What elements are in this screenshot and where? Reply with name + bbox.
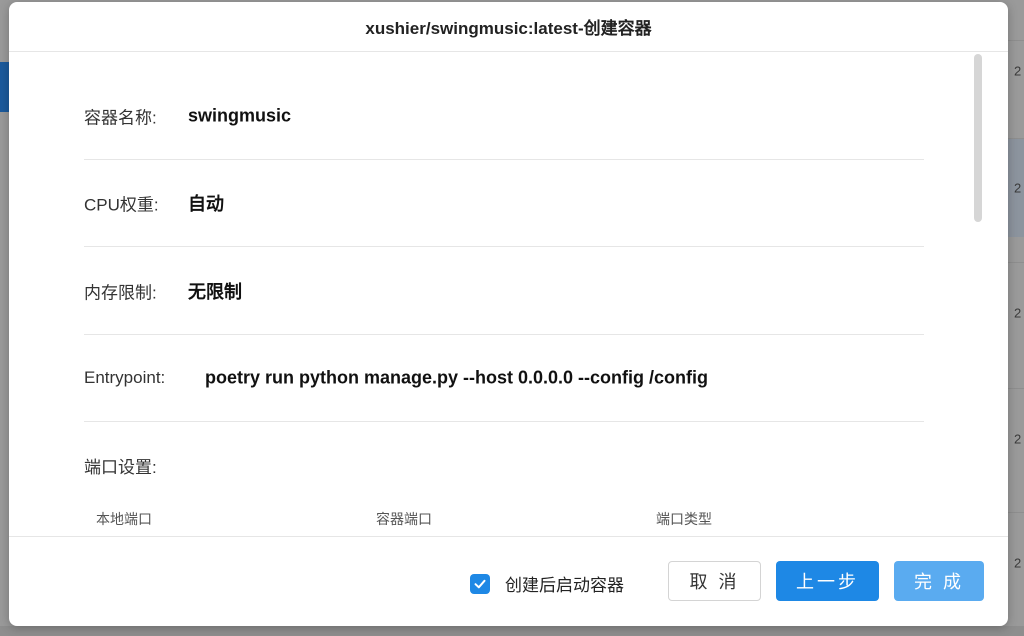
memory-limit-value: 无限制 [188,281,242,302]
background-row: 2 [1008,262,1024,363]
scrollbar-thumb[interactable] [974,54,982,222]
port-column-container: 容器端口 [376,511,432,527]
background-row-digit: 2 [1014,555,1022,571]
body-scrollbar[interactable] [971,52,985,536]
background-row: 2 [1008,388,1024,489]
dialog-header: xushier/swingmusic:latest-创建容器 [9,2,1008,52]
port-settings-label: 端口设置: [84,458,157,477]
field-cpu-weight: CPU权重: 自动 [84,159,924,247]
background-table-edge: 2 2 2 2 2 [1008,0,1024,636]
create-container-dialog: xushier/swingmusic:latest-创建容器 容器名称: swi… [9,2,1008,626]
previous-step-button[interactable]: 上一步 [776,561,879,601]
start-after-create-label: 创建后启动容器 [505,576,624,595]
background-row: 2 [1008,512,1024,613]
start-after-create-option[interactable]: 创建后启动容器 [470,571,624,596]
dialog-body[interactable]: 容器名称: swingmusic CPU权重: 自动 内存限制: 无限制 Ent… [9,52,1008,536]
background-row: 2 [1008,40,1024,101]
background-row-digit: 2 [1014,180,1022,196]
background-row-digit: 2 [1014,63,1022,79]
entrypoint-value: poetry run python manage.py --host 0.0.0… [205,367,709,387]
field-memory-limit: 内存限制: 无限制 [84,247,924,335]
port-column-local: 本地端口 [96,511,152,527]
container-name-label: 容器名称: [84,108,157,127]
check-icon [474,579,486,588]
background-bottom-strip [0,626,1024,636]
background-row-digit: 2 [1014,305,1022,321]
dialog-title: xushier/swingmusic:latest-创建容器 [365,19,652,38]
entrypoint-label: Entrypoint: [84,367,166,387]
port-column-type: 端口类型 [656,511,712,527]
cpu-weight-value: 自动 [188,193,224,214]
field-container-name: 容器名称: swingmusic [84,72,924,160]
background-row: 2 [1008,138,1024,237]
memory-limit-label: 内存限制: [84,283,157,302]
cpu-weight-label: CPU权重: [84,195,159,214]
dialog-footer: 创建后启动容器 取 消 上一步 完 成 [9,536,1008,626]
field-entrypoint: Entrypoint: poetry run python manage.py … [84,334,924,422]
cancel-button[interactable]: 取 消 [668,561,761,601]
start-after-create-checkbox[interactable] [470,573,490,594]
container-name-value: swingmusic [188,105,292,125]
background-row-digit: 2 [1014,431,1022,447]
finish-button[interactable]: 完 成 [894,561,984,601]
